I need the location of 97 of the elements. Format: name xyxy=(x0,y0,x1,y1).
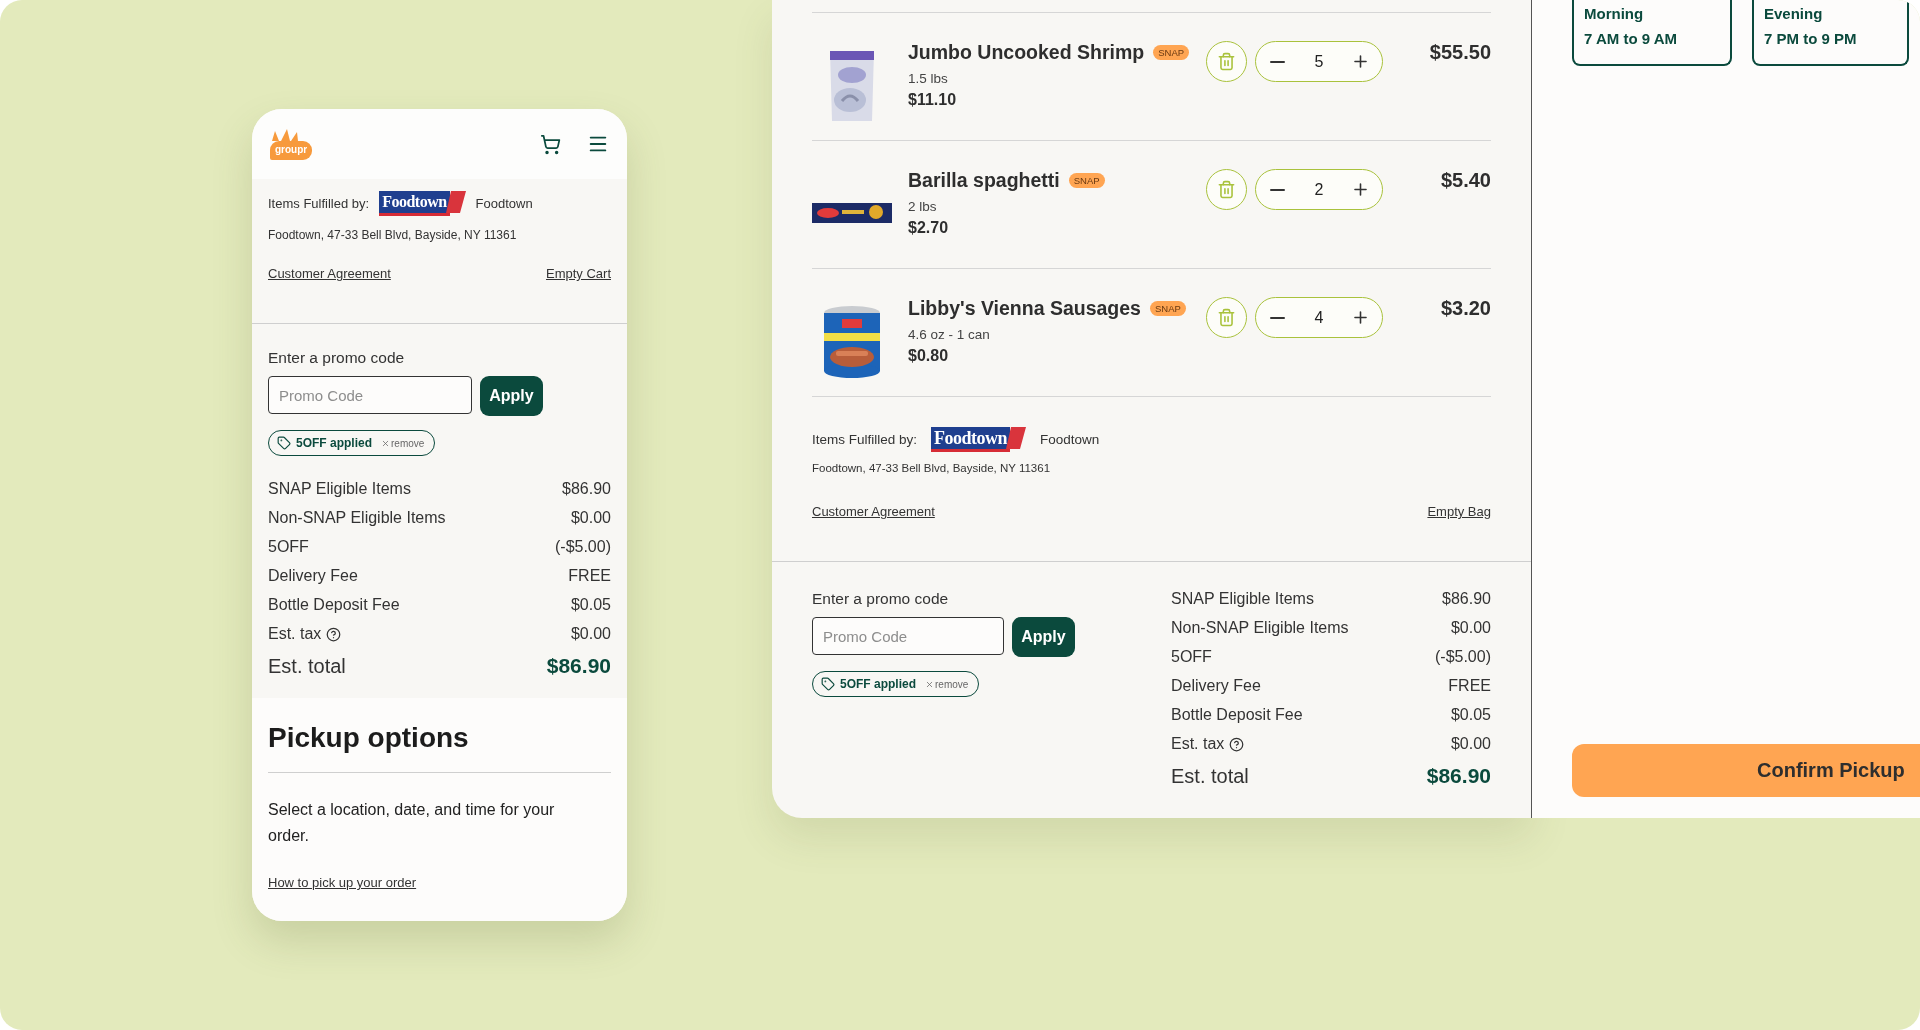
decrease-button[interactable] xyxy=(1268,60,1287,63)
summary-amount: $0.00 xyxy=(1450,735,1491,753)
tag-icon xyxy=(821,677,835,691)
summary-amount: FREE xyxy=(568,567,611,585)
tag-icon xyxy=(277,436,291,450)
store-name: Foodtown xyxy=(1040,432,1100,447)
snap-badge: SNAP xyxy=(1068,173,1105,188)
summary-amount: $0.05 xyxy=(1450,706,1491,724)
unit-price: $11.10 xyxy=(908,91,958,109)
summary-label: Est. total xyxy=(268,654,346,678)
store-address: Foodtown, 47-33 Bell Blvd, Bayside, NY 11361 xyxy=(812,462,1052,474)
pickup-description: Select a location, date, and time for your order. xyxy=(268,800,556,846)
remove-link[interactable]: remove xyxy=(925,678,969,690)
plus-icon xyxy=(1351,308,1370,327)
summary-amount: $0.00 xyxy=(1450,619,1491,637)
summary-label: Est. tax xyxy=(268,625,342,643)
trash-icon xyxy=(1217,180,1236,199)
summary-amount: (-$5.00) xyxy=(554,538,611,556)
product-size: 2 lbs xyxy=(908,199,938,214)
summary-label: Est. total xyxy=(1171,764,1249,788)
plus-icon xyxy=(1351,52,1370,71)
applied-promo-text: 5OFF applied xyxy=(296,436,372,450)
increase-button[interactable] xyxy=(1351,308,1370,327)
product-name: Barilla spaghetti xyxy=(908,169,1060,192)
decrease-button[interactable] xyxy=(1268,316,1287,319)
summary-label: Non-SNAP Eligible Items xyxy=(268,509,446,527)
summary-label: Delivery Fee xyxy=(1171,677,1261,695)
promo-label: Enter a promo code xyxy=(268,349,406,367)
unit-price: $0.80 xyxy=(908,347,950,365)
fulfilled-label: Items Fulfilled by: xyxy=(268,196,370,211)
increase-button[interactable] xyxy=(1351,180,1370,199)
apply-button[interactable]: Apply xyxy=(480,376,543,416)
empty-bag-link[interactable]: Empty Bag xyxy=(1427,504,1491,519)
item-total: $55.50 xyxy=(1429,41,1491,64)
store-address: Foodtown, 47-33 Bell Blvd, Bayside, NY 11361 xyxy=(268,228,518,242)
applied-promo-text: 5OFF applied xyxy=(840,677,916,691)
summary-amount: FREE xyxy=(1448,677,1491,695)
fulfilled-label: Items Fulfilled by: xyxy=(812,432,918,447)
summary-amount: (-$5.00) xyxy=(1434,648,1491,666)
trash-icon xyxy=(1217,52,1236,71)
app-logo: groupr xyxy=(270,128,313,160)
store-logo: Foodtown xyxy=(931,427,1027,452)
trash-icon xyxy=(1217,308,1236,327)
summary-amount: $0.00 xyxy=(570,625,611,643)
product-name: Jumbo Uncooked Shrimp xyxy=(908,41,1145,64)
increase-button[interactable] xyxy=(1351,52,1370,71)
time-slot-card[interactable]: Morning 7 AM to 9 AM xyxy=(1572,0,1732,66)
total-amount: $86.90 xyxy=(1426,764,1491,788)
promo-code-field[interactable]: Promo Code xyxy=(268,376,472,414)
summary-label: Est. tax xyxy=(1171,735,1245,753)
snap-badge: SNAP xyxy=(1149,301,1186,316)
summary-amount: $86.90 xyxy=(1442,590,1491,608)
total-amount: $86.90 xyxy=(546,654,611,678)
store-name: Foodtown xyxy=(475,196,533,211)
summary-label: Bottle Deposit Fee xyxy=(268,596,400,614)
summary-label: SNAP Eligible Items xyxy=(268,480,411,498)
snap-badge: SNAP xyxy=(1153,45,1190,60)
close-icon xyxy=(381,438,390,448)
customer-agreement-link[interactable]: Customer Agreement xyxy=(268,266,391,281)
store-logo: Foodtown xyxy=(379,191,466,216)
quantity-value: 5 xyxy=(1314,52,1324,71)
summary-label: SNAP Eligible Items xyxy=(1171,590,1314,608)
close-icon xyxy=(925,679,934,689)
summary-label: 5OFF xyxy=(268,538,309,556)
product-name: Libby's Vienna Sausages xyxy=(908,297,1141,320)
unit-price: $2.70 xyxy=(908,219,950,237)
summary-amount: $0.00 xyxy=(570,509,611,527)
help-icon[interactable] xyxy=(1229,736,1245,752)
minus-icon xyxy=(1270,316,1285,319)
apply-button[interactable]: Apply xyxy=(1012,617,1075,657)
customer-agreement-link[interactable]: Customer Agreement xyxy=(812,504,935,519)
minus-icon xyxy=(1270,60,1285,63)
quantity-value: 4 xyxy=(1314,308,1324,327)
remove-link[interactable]: remove xyxy=(381,437,425,449)
empty-cart-link[interactable]: Empty Cart xyxy=(546,266,611,281)
summary-amount: $0.05 xyxy=(570,596,611,614)
decrease-button[interactable] xyxy=(1268,188,1287,191)
time-slot-card[interactable]: Evening 7 PM to 9 PM xyxy=(1752,0,1909,66)
quantity-value: 2 xyxy=(1314,180,1324,199)
product-size: 1.5 lbs xyxy=(908,71,949,86)
summary-label: Non-SNAP Eligible Items xyxy=(1171,619,1349,637)
item-total: $3.20 xyxy=(1440,297,1491,320)
pickup-title: Pickup options xyxy=(268,722,611,773)
confirm-pickup-button[interactable]: Confirm Pickup xyxy=(1572,744,1920,797)
promo-code-field[interactable]: Promo Code xyxy=(812,617,1004,655)
minus-icon xyxy=(1270,188,1285,191)
plus-icon xyxy=(1351,180,1370,199)
product-size: 4.6 oz - 1 can xyxy=(908,327,991,342)
summary-label: Bottle Deposit Fee xyxy=(1171,706,1303,724)
help-icon[interactable] xyxy=(326,626,342,642)
pickup-help-link[interactable]: How to pick up your order xyxy=(268,875,417,890)
summary-label: 5OFF xyxy=(1171,648,1212,666)
summary-amount: $86.90 xyxy=(562,480,611,498)
item-total: $5.40 xyxy=(1440,169,1491,192)
summary-label: Delivery Fee xyxy=(268,567,358,585)
promo-label: Enter a promo code xyxy=(812,590,950,608)
cart-icon[interactable] xyxy=(540,133,561,155)
